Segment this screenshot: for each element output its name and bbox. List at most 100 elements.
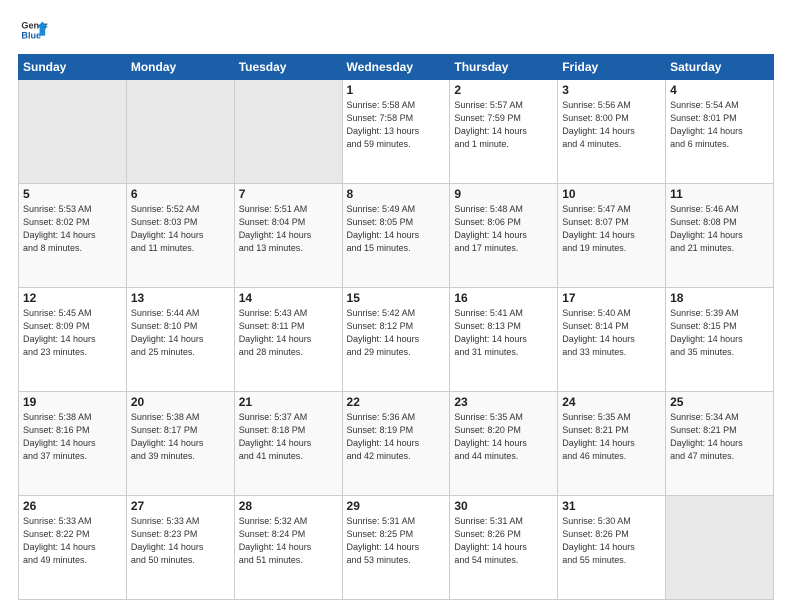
day-info: Sunrise: 5:39 AM Sunset: 8:15 PM Dayligh… xyxy=(670,307,769,359)
calendar-cell: 27 Sunrise: 5:33 AM Sunset: 8:23 PM Dayli… xyxy=(126,496,234,600)
day-info: Sunrise: 5:53 AM Sunset: 8:02 PM Dayligh… xyxy=(23,203,122,255)
day-number: 4 xyxy=(670,83,769,97)
calendar-cell: 20 Sunrise: 5:38 AM Sunset: 8:17 PM Dayli… xyxy=(126,392,234,496)
calendar-cell: 10 Sunrise: 5:47 AM Sunset: 8:07 PM Dayli… xyxy=(558,184,666,288)
day-info: Sunrise: 5:56 AM Sunset: 8:00 PM Dayligh… xyxy=(562,99,661,151)
calendar-cell: 1Sunrise: 5:58 AM Sunset: 7:58 PM Daylig… xyxy=(342,80,450,184)
day-number: 25 xyxy=(670,395,769,409)
day-number: 19 xyxy=(23,395,122,409)
day-number: 29 xyxy=(347,499,446,513)
day-info: Sunrise: 5:37 AM Sunset: 8:18 PM Dayligh… xyxy=(239,411,338,463)
day-info: Sunrise: 5:45 AM Sunset: 8:09 PM Dayligh… xyxy=(23,307,122,359)
day-number: 17 xyxy=(562,291,661,305)
day-number: 21 xyxy=(239,395,338,409)
day-info: Sunrise: 5:30 AM Sunset: 8:26 PM Dayligh… xyxy=(562,515,661,567)
calendar-cell: 5 Sunrise: 5:53 AM Sunset: 8:02 PM Daylig… xyxy=(19,184,127,288)
weekday-header-monday: Monday xyxy=(126,55,234,80)
calendar-cell: 12 Sunrise: 5:45 AM Sunset: 8:09 PM Dayli… xyxy=(19,288,127,392)
weekday-header-wednesday: Wednesday xyxy=(342,55,450,80)
calendar-cell: 3 Sunrise: 5:56 AM Sunset: 8:00 PM Daylig… xyxy=(558,80,666,184)
day-info: Sunrise: 5:43 AM Sunset: 8:11 PM Dayligh… xyxy=(239,307,338,359)
day-number: 6 xyxy=(131,187,230,201)
calendar-cell: 17 Sunrise: 5:40 AM Sunset: 8:14 PM Dayli… xyxy=(558,288,666,392)
day-info: Sunrise: 5:32 AM Sunset: 8:24 PM Dayligh… xyxy=(239,515,338,567)
logo: General Blue xyxy=(18,16,48,44)
day-number: 31 xyxy=(562,499,661,513)
day-number: 13 xyxy=(131,291,230,305)
day-number: 24 xyxy=(562,395,661,409)
logo-icon: General Blue xyxy=(20,16,48,44)
day-info: Sunrise: 5:31 AM Sunset: 8:26 PM Dayligh… xyxy=(454,515,553,567)
calendar-cell: 23 Sunrise: 5:35 AM Sunset: 8:20 PM Dayli… xyxy=(450,392,558,496)
page: General Blue SundayMondayTuesdayWednesda… xyxy=(0,0,792,612)
day-number: 16 xyxy=(454,291,553,305)
calendar-cell: 21 Sunrise: 5:37 AM Sunset: 8:18 PM Dayli… xyxy=(234,392,342,496)
day-info: Sunrise: 5:47 AM Sunset: 8:07 PM Dayligh… xyxy=(562,203,661,255)
weekday-header-saturday: Saturday xyxy=(666,55,774,80)
day-number: 23 xyxy=(454,395,553,409)
calendar-cell: 30 Sunrise: 5:31 AM Sunset: 8:26 PM Dayli… xyxy=(450,496,558,600)
weekday-header-row: SundayMondayTuesdayWednesdayThursdayFrid… xyxy=(19,55,774,80)
calendar-cell: 8 Sunrise: 5:49 AM Sunset: 8:05 PM Daylig… xyxy=(342,184,450,288)
calendar-table: SundayMondayTuesdayWednesdayThursdayFrid… xyxy=(18,54,774,600)
day-info: Sunrise: 5:34 AM Sunset: 8:21 PM Dayligh… xyxy=(670,411,769,463)
day-number: 14 xyxy=(239,291,338,305)
calendar-cell: 18 Sunrise: 5:39 AM Sunset: 8:15 PM Dayli… xyxy=(666,288,774,392)
day-info: Sunrise: 5:44 AM Sunset: 8:10 PM Dayligh… xyxy=(131,307,230,359)
calendar-cell: 7Sunrise: 5:51 AM Sunset: 8:04 PM Daylig… xyxy=(234,184,342,288)
day-info: Sunrise: 5:54 AM Sunset: 8:01 PM Dayligh… xyxy=(670,99,769,151)
day-number: 10 xyxy=(562,187,661,201)
day-info: Sunrise: 5:49 AM Sunset: 8:05 PM Dayligh… xyxy=(347,203,446,255)
calendar-cell: 6Sunrise: 5:52 AM Sunset: 8:03 PM Daylig… xyxy=(126,184,234,288)
calendar-cell: 31 Sunrise: 5:30 AM Sunset: 8:26 PM Dayli… xyxy=(558,496,666,600)
calendar-cell: 28 Sunrise: 5:32 AM Sunset: 8:24 PM Dayli… xyxy=(234,496,342,600)
day-info: Sunrise: 5:41 AM Sunset: 8:13 PM Dayligh… xyxy=(454,307,553,359)
day-info: Sunrise: 5:48 AM Sunset: 8:06 PM Dayligh… xyxy=(454,203,553,255)
day-number: 15 xyxy=(347,291,446,305)
day-number: 8 xyxy=(347,187,446,201)
header: General Blue xyxy=(18,16,774,44)
calendar-cell: 11 Sunrise: 5:46 AM Sunset: 8:08 PM Dayli… xyxy=(666,184,774,288)
day-number: 20 xyxy=(131,395,230,409)
calendar-cell: 29 Sunrise: 5:31 AM Sunset: 8:25 PM Dayli… xyxy=(342,496,450,600)
day-number: 27 xyxy=(131,499,230,513)
day-number: 9 xyxy=(454,187,553,201)
day-info: Sunrise: 5:35 AM Sunset: 8:20 PM Dayligh… xyxy=(454,411,553,463)
day-info: Sunrise: 5:40 AM Sunset: 8:14 PM Dayligh… xyxy=(562,307,661,359)
day-info: Sunrise: 5:57 AM Sunset: 7:59 PM Dayligh… xyxy=(454,99,553,151)
calendar-week-3: 12 Sunrise: 5:45 AM Sunset: 8:09 PM Dayli… xyxy=(19,288,774,392)
day-number: 11 xyxy=(670,187,769,201)
calendar-week-5: 26 Sunrise: 5:33 AM Sunset: 8:22 PM Dayli… xyxy=(19,496,774,600)
calendar-cell: 9 Sunrise: 5:48 AM Sunset: 8:06 PM Daylig… xyxy=(450,184,558,288)
calendar-cell: 4 Sunrise: 5:54 AM Sunset: 8:01 PM Daylig… xyxy=(666,80,774,184)
day-info: Sunrise: 5:51 AM Sunset: 8:04 PM Dayligh… xyxy=(239,203,338,255)
calendar-cell: 14 Sunrise: 5:43 AM Sunset: 8:11 PM Dayli… xyxy=(234,288,342,392)
day-info: Sunrise: 5:31 AM Sunset: 8:25 PM Dayligh… xyxy=(347,515,446,567)
day-number: 30 xyxy=(454,499,553,513)
day-number: 18 xyxy=(670,291,769,305)
day-info: Sunrise: 5:38 AM Sunset: 8:17 PM Dayligh… xyxy=(131,411,230,463)
svg-text:Blue: Blue xyxy=(21,30,41,40)
calendar-cell: 25 Sunrise: 5:34 AM Sunset: 8:21 PM Dayli… xyxy=(666,392,774,496)
day-number: 26 xyxy=(23,499,122,513)
weekday-header-tuesday: Tuesday xyxy=(234,55,342,80)
calendar-cell: 13 Sunrise: 5:44 AM Sunset: 8:10 PM Dayli… xyxy=(126,288,234,392)
day-number: 5 xyxy=(23,187,122,201)
day-info: Sunrise: 5:42 AM Sunset: 8:12 PM Dayligh… xyxy=(347,307,446,359)
day-number: 28 xyxy=(239,499,338,513)
day-info: Sunrise: 5:33 AM Sunset: 8:22 PM Dayligh… xyxy=(23,515,122,567)
calendar-cell: 19 Sunrise: 5:38 AM Sunset: 8:16 PM Dayli… xyxy=(19,392,127,496)
calendar-week-4: 19 Sunrise: 5:38 AM Sunset: 8:16 PM Dayli… xyxy=(19,392,774,496)
day-info: Sunrise: 5:58 AM Sunset: 7:58 PM Dayligh… xyxy=(347,99,446,151)
day-number: 3 xyxy=(562,83,661,97)
calendar-cell xyxy=(234,80,342,184)
day-number: 12 xyxy=(23,291,122,305)
calendar-cell: 22Sunrise: 5:36 AM Sunset: 8:19 PM Dayli… xyxy=(342,392,450,496)
calendar-week-1: 1Sunrise: 5:58 AM Sunset: 7:58 PM Daylig… xyxy=(19,80,774,184)
day-info: Sunrise: 5:46 AM Sunset: 8:08 PM Dayligh… xyxy=(670,203,769,255)
calendar-cell: 15 Sunrise: 5:42 AM Sunset: 8:12 PM Dayli… xyxy=(342,288,450,392)
day-info: Sunrise: 5:38 AM Sunset: 8:16 PM Dayligh… xyxy=(23,411,122,463)
day-info: Sunrise: 5:33 AM Sunset: 8:23 PM Dayligh… xyxy=(131,515,230,567)
calendar-cell xyxy=(126,80,234,184)
calendar-cell: 2Sunrise: 5:57 AM Sunset: 7:59 PM Daylig… xyxy=(450,80,558,184)
